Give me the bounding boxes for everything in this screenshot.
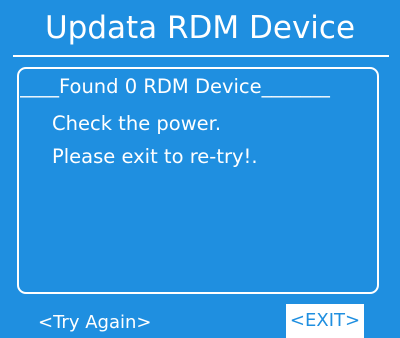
panel-heading: ____Found 0 RDM Device_______ [20,75,330,98]
exit-button[interactable]: <EXIT> [286,304,364,338]
rdm-update-screen: Updata RDM Device ____Found 0 RDM Device… [0,0,400,338]
screen-title: Updata RDM Device [44,10,356,46]
message-line-check-power: Check the power. [52,112,222,135]
title-divider [13,55,389,57]
message-panel [17,67,379,294]
message-line-exit-retry: Please exit to re-try!. [52,145,258,168]
try-again-button[interactable]: <Try Again> [38,310,151,336]
